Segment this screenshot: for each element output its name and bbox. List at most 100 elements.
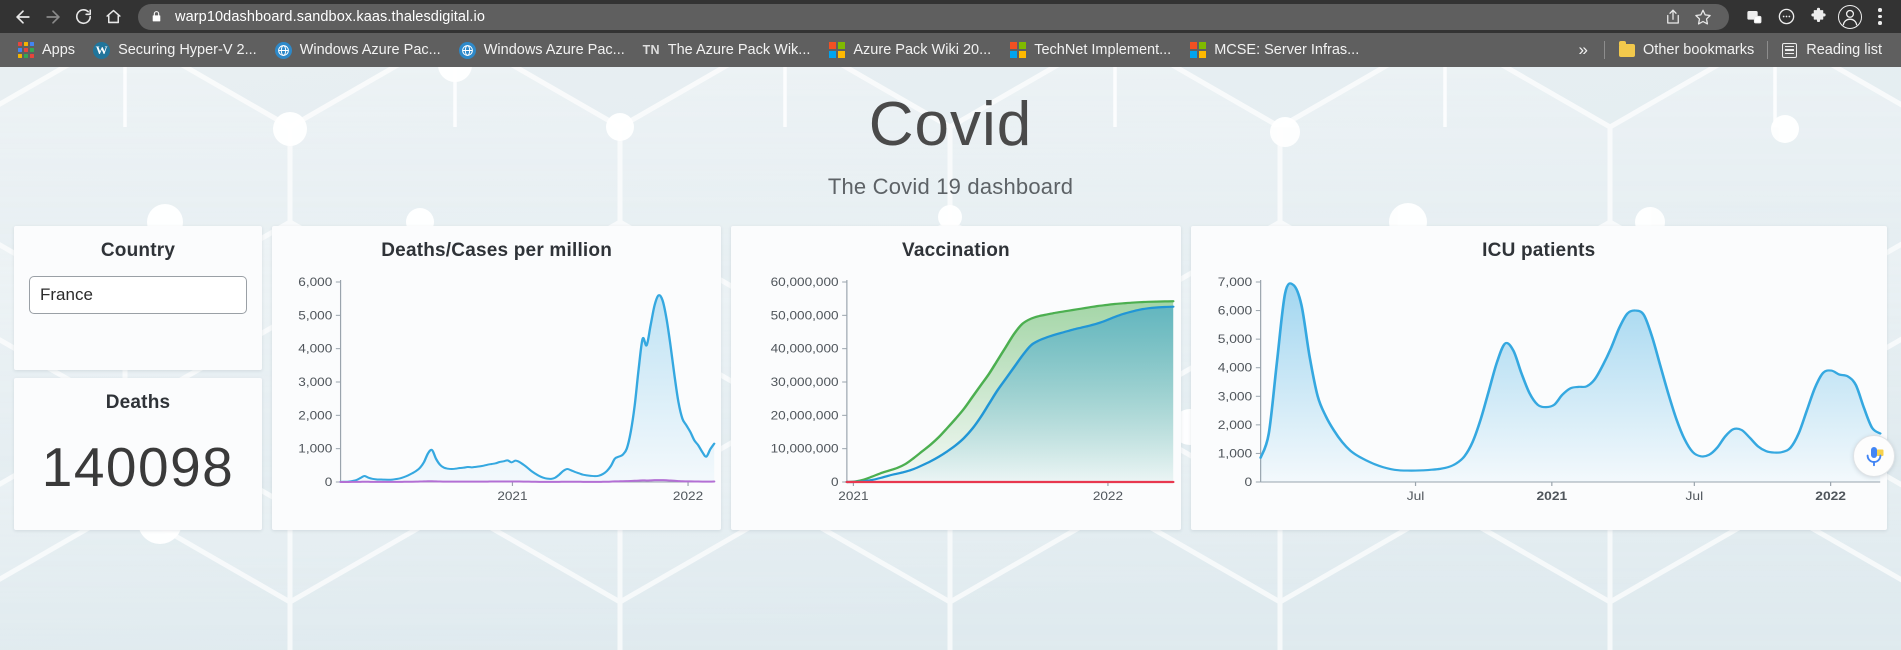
svg-text:60,000,000: 60,000,000 (771, 276, 839, 289)
vaccination-chart-card: Vaccination 0 10,000,000 20,000,000 30,000,… (731, 226, 1181, 531)
svg-text:1,000: 1,000 (298, 443, 332, 456)
icu-chart-title: ICU patients (1482, 240, 1596, 262)
reading-list-label: Reading list (1806, 41, 1882, 58)
bookmark-label: Windows Azure Pac... (483, 41, 625, 58)
microsoft-icon (828, 42, 845, 59)
svg-text:2021: 2021 (497, 490, 527, 503)
deaths-card-title: Deaths (105, 392, 171, 414)
svg-text:20,000,000: 20,000,000 (771, 410, 839, 423)
dashboard-page: Covid The Covid 19 dashboard Country Dea… (0, 67, 1901, 650)
technet-icon: TN (642, 43, 660, 57)
divider (1767, 41, 1769, 59)
svg-text:4,000: 4,000 (298, 343, 332, 356)
bookmarks-bar: Apps W Securing Hyper-V 2... Windows Azu… (0, 33, 1901, 67)
dashboard-grid: Country Deaths 140098 Deaths/Cases per m… (0, 200, 1901, 531)
bookmark-azure-pack-wiki-20[interactable]: Azure Pack Wiki 20... (819, 37, 1000, 63)
browser-window: warp10dashboard.sandbox.kaas.thalesdigit… (0, 0, 1901, 67)
vaccination-chart[interactable]: 0 10,000,000 20,000,000 30,000,000 40,000,00… (731, 270, 1180, 516)
deaths-value: 140098 (41, 436, 235, 499)
bookmark-apps[interactable]: Apps (8, 37, 84, 63)
address-bar-url: warp10dashboard.sandbox.kaas.thalesdigit… (175, 8, 486, 25)
three-dot-menu-icon[interactable] (1867, 2, 1893, 32)
page-title: Covid (868, 90, 1033, 159)
svg-text:2021: 2021 (839, 490, 869, 503)
wordpress-icon: W (93, 41, 111, 59)
bookmark-windows-azure-pack-1[interactable]: Windows Azure Pac... (266, 37, 450, 63)
svg-text:2022: 2022 (1093, 490, 1123, 503)
voice-assistant-button[interactable] (1853, 435, 1895, 477)
reload-button[interactable] (68, 2, 98, 32)
svg-text:2021: 2021 (1536, 490, 1567, 503)
globe-icon (458, 41, 476, 59)
folder-icon (1618, 40, 1635, 59)
svg-text:7,000: 7,000 (1217, 276, 1252, 289)
bookmark-label: Apps (42, 41, 76, 58)
media-cast-icon[interactable] (1739, 2, 1769, 32)
bookmark-azure-pack-wiki[interactable]: TN The Azure Pack Wik... (634, 37, 820, 63)
svg-text:30,000,000: 30,000,000 (771, 376, 839, 389)
svg-text:1,000: 1,000 (1217, 448, 1252, 461)
deaths-cases-chart[interactable]: 0 1,000 2,000 3,000 4,000 5,000 6,000 2021 2022 (272, 270, 721, 516)
lock-icon (150, 9, 163, 24)
svg-text:5,000: 5,000 (298, 310, 332, 323)
svg-text:10,000,000: 10,000,000 (771, 443, 839, 456)
forward-button[interactable] (38, 2, 68, 32)
omnibox-actions (1659, 4, 1717, 30)
other-bookmarks-button[interactable]: Other bookmarks (1609, 37, 1763, 63)
puzzle-extension-icon[interactable] (1803, 2, 1833, 32)
country-input[interactable] (29, 276, 247, 315)
bookmark-label: Securing Hyper-V 2... (118, 41, 257, 58)
bookmark-technet-implement[interactable]: TechNet Implement... (1000, 37, 1180, 63)
svg-text:5,000: 5,000 (1217, 333, 1252, 346)
extension-actions (1735, 2, 1893, 32)
bookmark-label: The Azure Pack Wik... (667, 41, 811, 58)
address-bar[interactable]: warp10dashboard.sandbox.kaas.thalesdigit… (138, 3, 1729, 30)
svg-text:2022: 2022 (1815, 490, 1846, 503)
browser-toolbar: warp10dashboard.sandbox.kaas.thalesdigit… (0, 0, 1901, 33)
speech-bubble-icon[interactable] (1771, 2, 1801, 32)
bookmark-mcse-server-infras[interactable]: MCSE: Server Infras... (1180, 37, 1368, 63)
microsoft-icon (1009, 42, 1026, 59)
deaths-cases-chart-card: Deaths/Cases per million 0 1,000 2,000 3,00… (272, 226, 722, 531)
apps-grid-icon (17, 42, 34, 59)
avatar (1838, 4, 1862, 29)
globe-icon (274, 41, 292, 59)
svg-text:4,000: 4,000 (1217, 362, 1252, 375)
other-bookmarks-label: Other bookmarks (1643, 41, 1755, 58)
svg-text:2,000: 2,000 (298, 410, 332, 423)
svg-text:3,000: 3,000 (1217, 391, 1252, 404)
country-card: Country (14, 226, 262, 371)
svg-text:50,000,000: 50,000,000 (771, 310, 839, 323)
bookmark-label: Azure Pack Wiki 20... (853, 41, 992, 58)
icu-chart[interactable]: 0 1,000 2,000 3,000 4,000 5,000 6,000 7,000 Jul 2… (1191, 270, 1887, 516)
svg-text:Jul: Jul (1685, 490, 1703, 503)
reading-list-button[interactable]: Reading list (1772, 37, 1891, 63)
menu-dots (1878, 8, 1882, 25)
left-column: Country Deaths 140098 (14, 226, 262, 531)
bookmark-securing-hyperv[interactable]: W Securing Hyper-V 2... (84, 37, 266, 63)
vaccination-chart-title: Vaccination (902, 240, 1010, 262)
bookmark-star-icon[interactable] (1689, 4, 1717, 30)
country-card-title: Country (100, 240, 176, 262)
svg-text:Jul: Jul (1406, 490, 1424, 503)
svg-text:6,000: 6,000 (298, 276, 332, 289)
home-button[interactable] (98, 2, 128, 32)
profile-avatar-icon[interactable] (1835, 2, 1865, 32)
deaths-cases-chart-title: Deaths/Cases per million (381, 240, 613, 262)
deaths-card: Deaths 140098 (14, 378, 262, 531)
svg-text:0: 0 (1244, 476, 1252, 489)
svg-text:40,000,000: 40,000,000 (771, 343, 839, 356)
microsoft-icon (1189, 42, 1206, 59)
back-button[interactable] (8, 2, 38, 32)
bookmark-label: MCSE: Server Infras... (1214, 41, 1360, 58)
bookmark-label: Windows Azure Pac... (299, 41, 441, 58)
svg-text:0: 0 (831, 476, 839, 489)
bookmark-windows-azure-pack-2[interactable]: Windows Azure Pac... (450, 37, 634, 63)
share-icon[interactable] (1659, 4, 1687, 30)
icu-chart-card: ICU patients 0 1,000 2,000 3,000 4,000 5,000 6… (1190, 226, 1887, 531)
bookmarks-overflow-button[interactable]: » (1567, 40, 1600, 60)
svg-text:6,000: 6,000 (1217, 305, 1252, 318)
microphone-icon (1866, 447, 1884, 467)
bookmarks-bar-right: » Other bookmarks Reading list (1567, 37, 1891, 63)
reading-list-icon (1781, 42, 1798, 59)
